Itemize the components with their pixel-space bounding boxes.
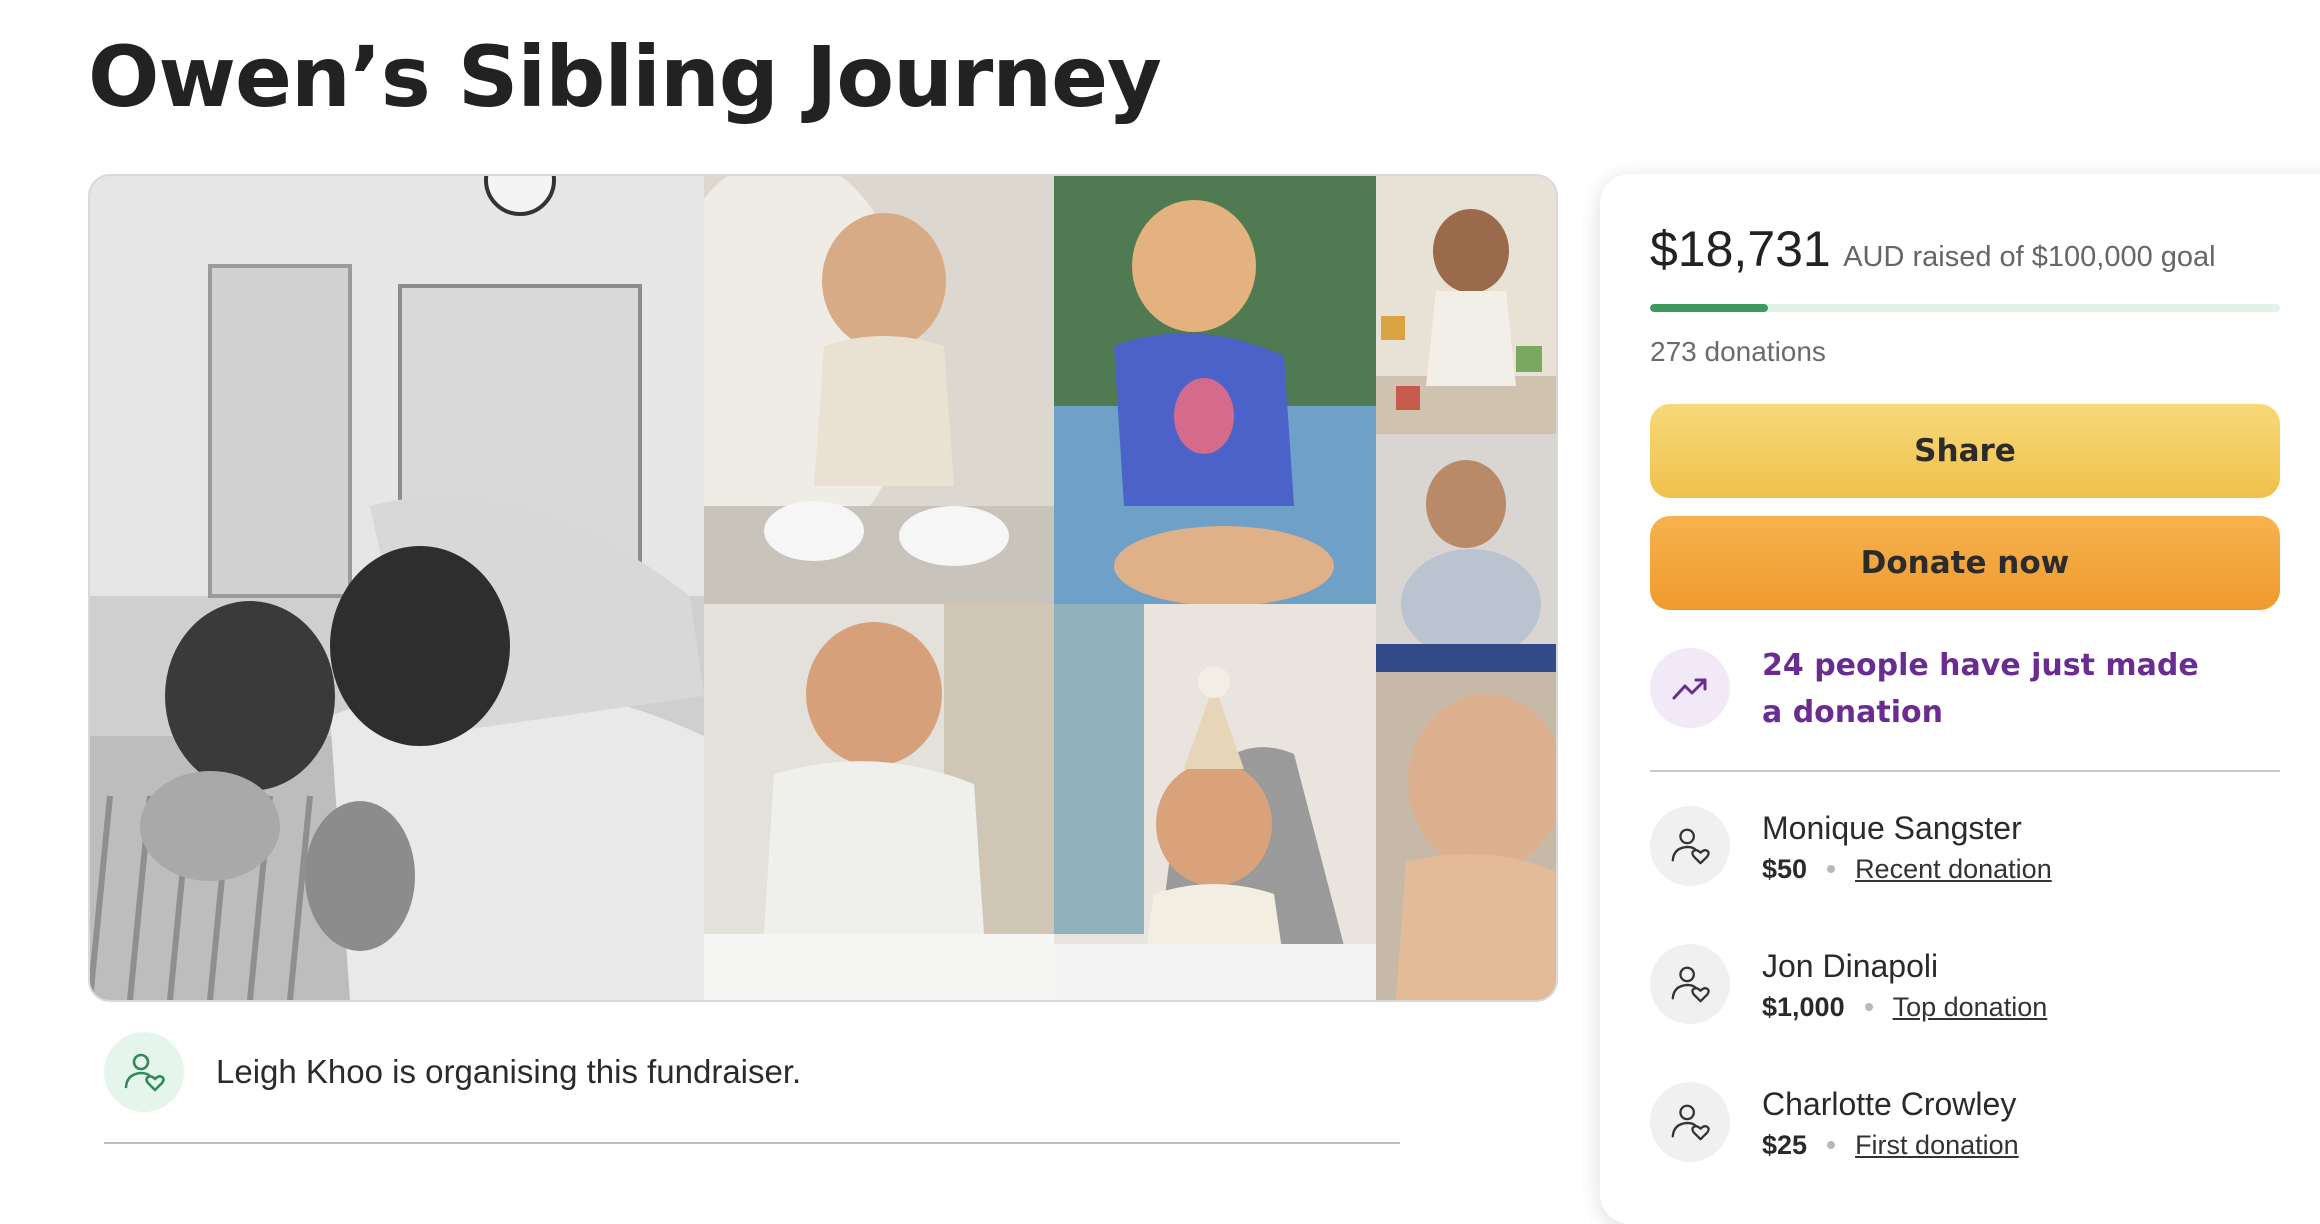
separator-dot [1827,865,1836,873]
donation-tag-link[interactable]: Recent donation [1855,854,2052,885]
photo-gallery[interactable] [88,174,1558,1002]
baby-first-birthday-hat-photo[interactable] [1054,604,1376,1000]
donor-name: Jon Dinapoli [1762,947,1939,984]
baby-sitting-cream-outfit-photo[interactable] [704,176,1054,604]
baby-smiling-white-top-photo[interactable] [704,604,1054,1000]
organiser-text: Leigh Khoo is organising this fundraiser… [216,1053,802,1090]
baby-strawberry-swimsuit-photo[interactable] [1054,176,1376,604]
donation-panel: $18,731 AUD raised of $100,000 goal 273 … [1600,174,2320,1224]
progress-bar [1650,304,2280,312]
amount-raised: $18,731 AUD raised of $100,000 goal [1650,220,2216,278]
baby-with-plush-elephant-photo[interactable] [1376,434,1556,672]
donations-count: 273 donations [1650,336,1826,367]
raised-amount: $18,731 [1650,221,1831,277]
donor-item: Charlotte Crowley $25 First donation [1650,1082,2019,1162]
donor-amount: $25 [1762,1129,1808,1160]
baby-laughing-closeup-photo[interactable] [1376,672,1556,1000]
person-heart-icon [104,1032,184,1112]
trending-up-icon [1650,648,1730,728]
recent-donations-alert: 24 people have just made a donation [1650,648,2202,736]
donation-tag-link[interactable]: Top donation [1893,992,2048,1023]
baby-with-blocks-photo[interactable] [1376,176,1556,434]
share-button[interactable]: Share [1650,404,2280,498]
donor-item: Monique Sangster $50 Recent donation [1650,806,2052,886]
divider [1650,770,2280,772]
trend-text: 24 people have just made a donation [1762,648,2199,730]
donor-item: Jon Dinapoli $1,000 Top donation [1650,944,2047,1024]
page-title: Owen’s Sibling Journey [88,28,1162,126]
divider [104,1142,1400,1144]
organiser-row: Leigh Khoo is organising this fundraiser… [104,1032,801,1112]
person-heart-icon [1650,944,1730,1024]
goal-text: AUD raised of $100,000 goal [1843,241,2216,273]
donate-now-button[interactable]: Donate now [1650,516,2280,610]
separator-dot [1864,1003,1873,1011]
donor-name: Charlotte Crowley [1762,1085,2017,1122]
progress-fill [1650,304,1768,312]
parents-kissing-baby-hospital-photo[interactable] [90,176,704,1000]
person-heart-icon [1650,806,1730,886]
separator-dot [1827,1141,1836,1149]
donor-amount: $1,000 [1762,991,1845,1022]
person-heart-icon [1650,1082,1730,1162]
donation-tag-link[interactable]: First donation [1855,1130,2019,1161]
donor-amount: $50 [1762,853,1808,884]
donor-name: Monique Sangster [1762,809,2022,846]
